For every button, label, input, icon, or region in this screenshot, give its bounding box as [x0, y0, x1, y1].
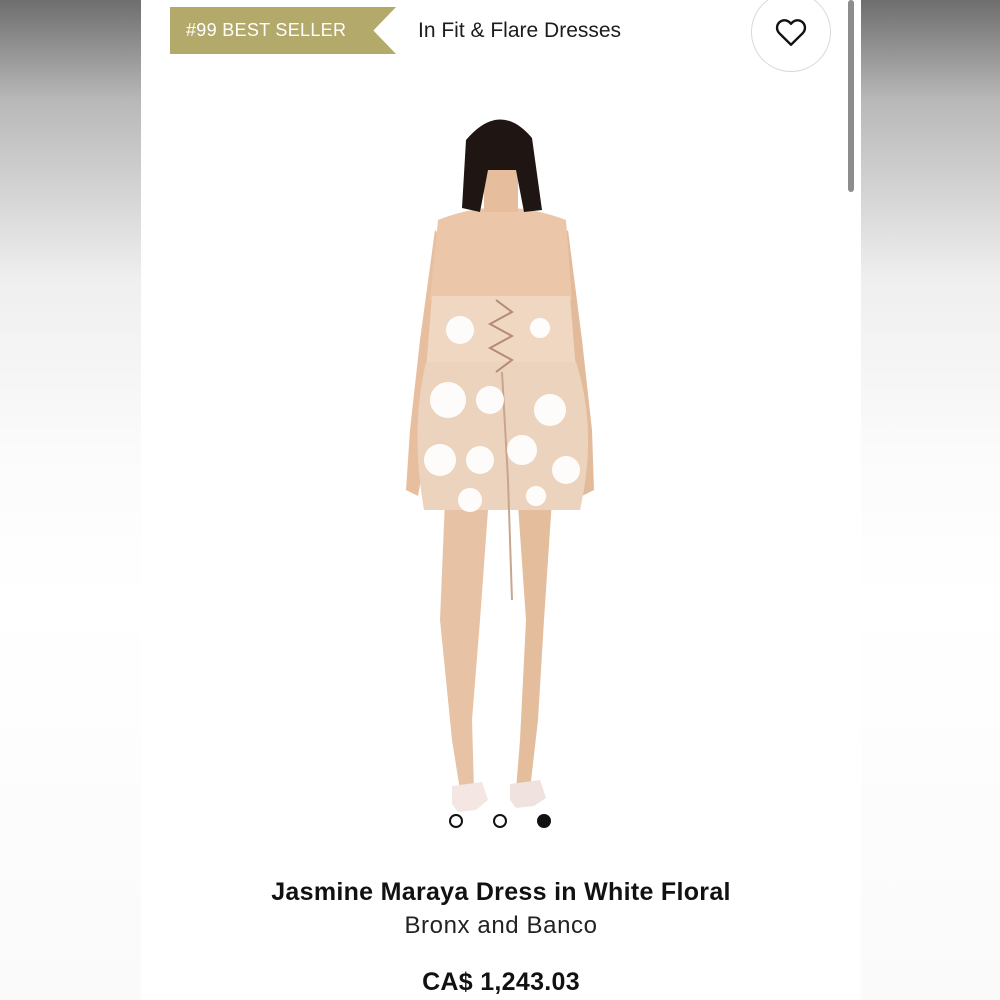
gallery-dot-1[interactable] — [449, 814, 463, 828]
best-seller-badge: #99 BEST SELLER — [170, 7, 396, 54]
left-blur-background — [0, 0, 141, 1000]
gallery-dot-2[interactable] — [493, 814, 507, 828]
heart-icon — [775, 19, 807, 46]
product-image[interactable] — [340, 100, 660, 840]
product-price: CA$ 1,243.03 — [422, 968, 580, 996]
gallery-pagination — [449, 814, 551, 828]
right-blur-background — [861, 0, 1000, 1000]
gallery-dot-3-active[interactable] — [537, 814, 551, 828]
scrollbar[interactable] — [848, 0, 854, 192]
product-title: Jasmine Maraya Dress in White Floral — [271, 878, 731, 906]
category-link[interactable]: In Fit & Flare Dresses — [418, 17, 621, 45]
model-back-view-illustration — [406, 119, 594, 812]
product-brand[interactable]: Bronx and Banco — [141, 912, 861, 940]
